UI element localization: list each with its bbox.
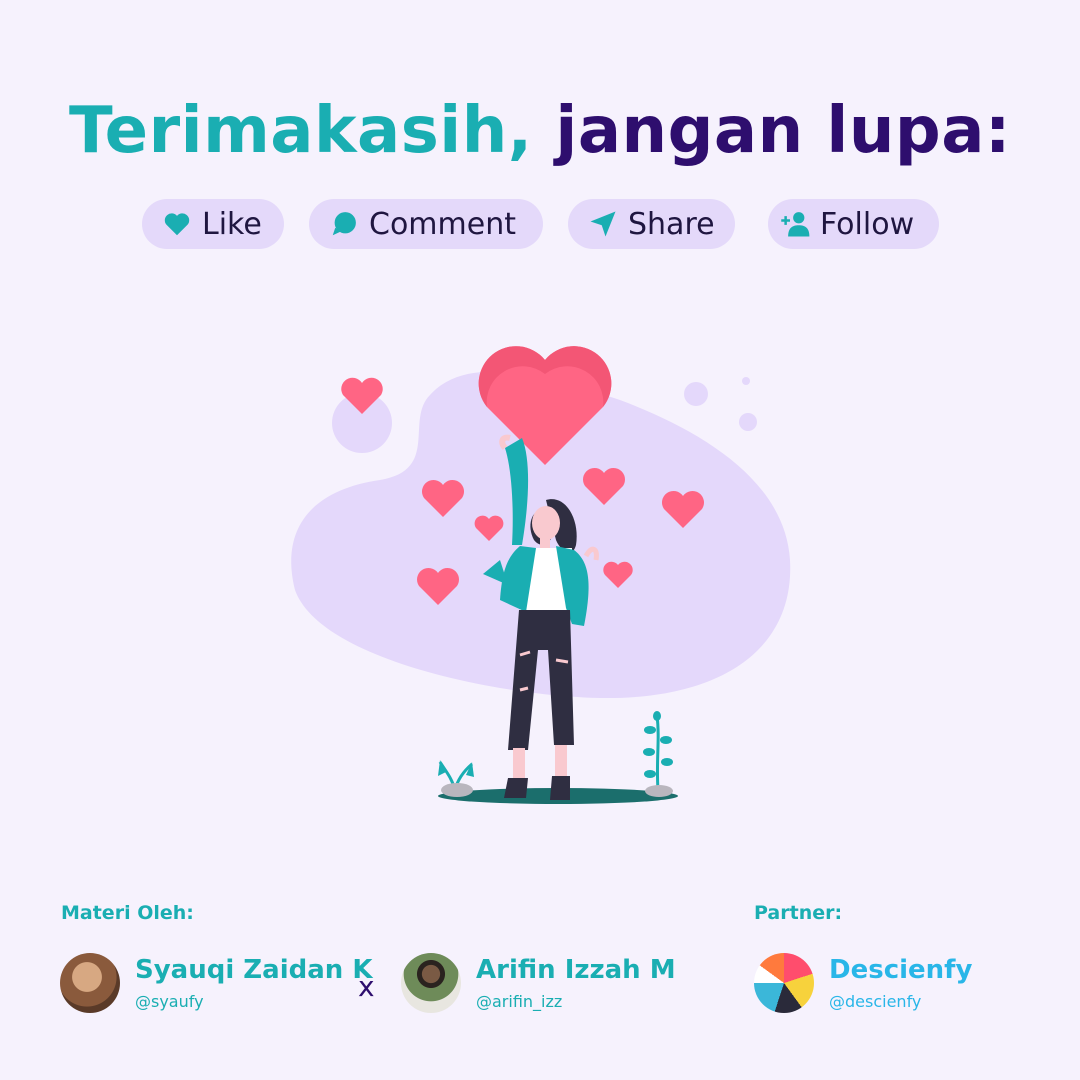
page-title: Terimakasih, jangan lupa: (0, 94, 1080, 168)
share-label: Share (628, 206, 715, 242)
plant-right-icon (643, 711, 673, 797)
partner-handle: @descienfy (829, 992, 922, 1011)
author-handle: @arifin_izz (476, 992, 563, 1011)
comment-button[interactable]: Comment (309, 199, 543, 249)
partner-name: Descienfy (829, 955, 973, 985)
partner-label: Partner: (754, 902, 843, 924)
action-bar: Like Comment Share Follow (0, 199, 1080, 249)
title-reminder: jangan lupa: (555, 94, 1011, 168)
paper-plane-icon (590, 211, 616, 237)
plant-left-icon (438, 760, 474, 797)
decor-dot (742, 377, 750, 385)
share-button[interactable]: Share (568, 199, 735, 249)
avatar (60, 953, 120, 1013)
author-name: Arifin Izzah M (476, 955, 676, 985)
love-illustration (291, 346, 791, 804)
materi-label: Materi Oleh: (61, 902, 194, 924)
author-name: Syauqi Zaidan K (135, 955, 373, 985)
add-user-icon (781, 212, 810, 237)
follow-button[interactable]: Follow (768, 199, 939, 249)
collab-separator: x (358, 970, 375, 1003)
decor-dot (684, 382, 708, 406)
heart-icon (164, 213, 190, 236)
author-handle: @syaufy (135, 992, 204, 1011)
like-label: Like (202, 206, 262, 242)
decor-dot (739, 413, 757, 431)
like-button[interactable]: Like (142, 199, 284, 249)
speech-bubble-icon (332, 212, 356, 236)
follow-label: Follow (820, 206, 915, 242)
title-thanks: Terimakasih, (69, 94, 533, 168)
comment-label: Comment (369, 206, 516, 242)
avatar (401, 953, 461, 1013)
partner-logo (754, 953, 814, 1013)
